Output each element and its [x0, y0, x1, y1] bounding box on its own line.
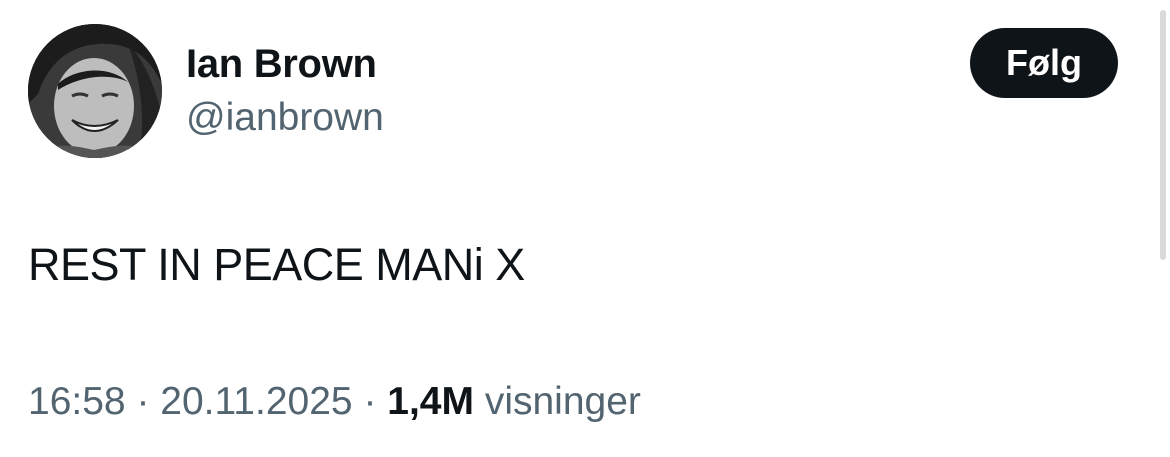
avatar-photo: [28, 24, 162, 158]
meta-separator: ·: [136, 380, 150, 423]
tweet-meta: 16:58 · 20.11.2025 · 1,4M visninger: [28, 378, 641, 426]
views-count[interactable]: 1,4M: [387, 380, 474, 423]
tweet-time[interactable]: 16:58: [28, 380, 126, 423]
tweet-date[interactable]: 20.11.2025: [160, 380, 352, 423]
follow-button[interactable]: Følg: [970, 28, 1118, 98]
views-label[interactable]: visninger: [485, 380, 641, 423]
user-handle[interactable]: @ianbrown: [186, 95, 384, 141]
scrollbar[interactable]: [1160, 10, 1166, 260]
display-name[interactable]: Ian Brown: [186, 40, 377, 88]
tweet-card: Ian Brown @ianbrown Følg REST IN PEACE M…: [0, 0, 1170, 457]
meta-separator: ·: [363, 380, 377, 423]
avatar[interactable]: [28, 24, 162, 158]
tweet-text: REST IN PEACE MANi X: [28, 239, 525, 290]
